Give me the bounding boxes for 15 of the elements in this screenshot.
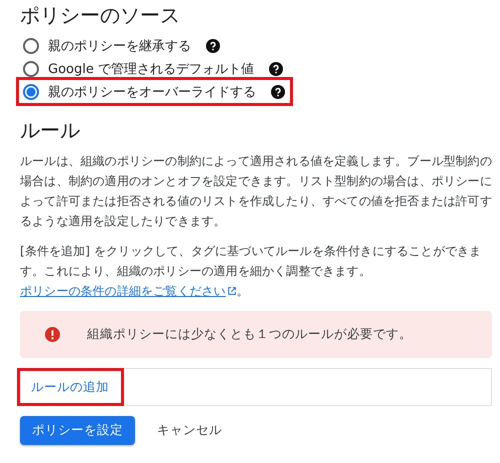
cancel-button[interactable]: キャンセル	[145, 416, 234, 445]
add-rule-button[interactable]: ルールの追加	[17, 368, 124, 406]
conditions-link[interactable]: ポリシーの条件の詳細をご覧ください	[20, 284, 237, 298]
radio-option[interactable]: 親のポリシーをオーバーライドする	[16, 77, 293, 106]
help-icon[interactable]	[268, 62, 283, 76]
section-heading: ルール	[20, 117, 81, 143]
help-icon[interactable]	[271, 84, 285, 98]
external-link-icon	[226, 286, 237, 296]
error-icon	[45, 327, 60, 342]
help-icon[interactable]	[206, 38, 220, 52]
section-heading: ポリシーのソース	[20, 2, 181, 28]
conditions-text: [条件を追加] をクリックして、タグに基づいてルールを条件付きにすることができます。これにより、組織のポリシーの適用を細かく調整できます。 ポリシーの条件の詳細をご覧ください 。	[20, 243, 482, 300]
description-text: ルールは、組織のポリシーの制約によって適用される値を定義します。ブール型制約の場合は、制約の適用のオンとオフを設定できます。リスト型制約の場合は、ポリシーによって許可または拒否される値のリストを作成したり、すべての値を拒否または許可するような適用を設定したりできます。	[20, 153, 492, 230]
alert-message: 組織ポリシーには少なくとも１つのルールが必要です。	[87, 326, 412, 343]
set-policy-button[interactable]: ポリシーを設定	[20, 416, 135, 445]
